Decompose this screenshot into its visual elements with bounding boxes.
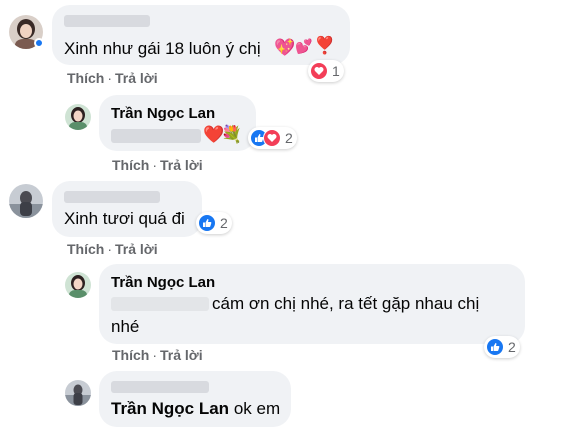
reaction-count: 2 xyxy=(285,130,293,146)
reaction-count: 2 xyxy=(508,339,516,355)
redacted-author-name xyxy=(111,381,209,393)
reply-link[interactable]: Trả lời xyxy=(160,157,203,173)
emoji-two-hearts: 💕 xyxy=(295,38,313,54)
redacted-author-name xyxy=(64,15,150,27)
like-link[interactable]: Thích xyxy=(67,241,104,257)
comment-bubble: Xinh tươi quá đi xyxy=(52,181,202,237)
comment-author[interactable]: Trần Ngọc Lan xyxy=(111,105,215,122)
avatar[interactable] xyxy=(9,184,43,218)
reply-link[interactable]: Trả lời xyxy=(115,70,158,86)
comment-text: Xinh tươi quá đi xyxy=(64,209,185,228)
reaction-summary[interactable]: 2 xyxy=(248,127,297,149)
redacted-mention xyxy=(111,129,201,143)
reaction-count: 1 xyxy=(332,63,340,79)
avatar[interactable] xyxy=(65,104,91,130)
comment-author[interactable]: Trần Ngọc Lan xyxy=(111,274,215,291)
comment-text: Xinh như gái 18 luôn ý chị xyxy=(64,39,261,58)
reaction-count: 2 xyxy=(220,215,228,231)
comment-text-line2: nhé xyxy=(111,317,140,336)
like-icon xyxy=(486,338,504,356)
comment-text-row: Trần Ngọc Lan ok em xyxy=(111,399,280,419)
like-link[interactable]: Thích xyxy=(112,157,149,173)
heart-icon xyxy=(310,62,328,80)
emoji-bouquet: 💐 xyxy=(221,125,243,144)
redacted-author-name xyxy=(64,191,160,203)
comment-actions: Thích · Trả lời xyxy=(112,157,203,173)
comment-bubble: Trần Ngọc Lan cám ơn chị nhé, ra tết gặp… xyxy=(99,264,525,344)
heart-icon xyxy=(263,129,281,147)
like-link[interactable]: Thích xyxy=(67,70,104,86)
redacted-mention xyxy=(111,297,209,311)
emoji-heart-sparkle: 💖 xyxy=(274,38,296,57)
reaction-summary[interactable]: 1 xyxy=(308,60,344,82)
avatar[interactable] xyxy=(65,272,91,298)
avatar[interactable] xyxy=(65,380,91,406)
reaction-summary[interactable]: 2 xyxy=(196,212,232,234)
comment-actions: Thích · Trả lời xyxy=(67,241,158,257)
comment-text-line1: cám ơn chị nhé, ra tết gặp nhau chị xyxy=(212,294,480,313)
comment-bubble: Trần Ngọc Lan ❤️ 💐 xyxy=(99,95,256,151)
like-link[interactable]: Thích xyxy=(112,347,149,363)
emoji-heart-exclamation: ❣️ xyxy=(314,36,336,55)
comment-actions: Thích · Trả lời xyxy=(67,70,158,86)
comment-text: ok em xyxy=(233,399,281,418)
reply-link[interactable]: Trả lời xyxy=(160,347,203,363)
comment-actions: Thích · Trả lời xyxy=(112,347,203,363)
comment-bubble: Xinh như gái 18 luôn ý chị 💖 💕 ❣️ xyxy=(52,5,350,65)
mention-link[interactable]: Trần Ngọc Lan xyxy=(111,399,229,418)
reply-link[interactable]: Trả lời xyxy=(115,241,158,257)
comment-bubble: Trần Ngọc Lan ok em xyxy=(99,371,291,427)
like-icon xyxy=(198,214,216,232)
reaction-summary[interactable]: 2 xyxy=(484,336,520,358)
active-status-dot xyxy=(34,38,44,48)
